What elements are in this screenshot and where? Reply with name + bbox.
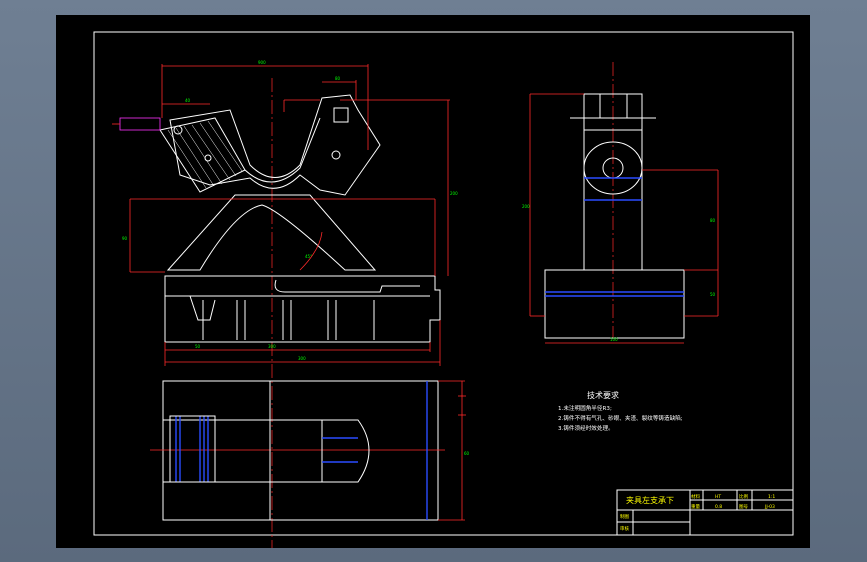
scale-value: 1:1 [768,494,775,500]
draw-label: 制图 [620,513,629,520]
sheet-label: 图号 [739,504,748,510]
cad-drawing-canvas: 900 40 80 200 90 45° 50 300 300 200 80 5… [56,15,810,548]
material-value: HT [715,494,721,500]
dim-side-bottom: 100 [610,337,618,342]
dim-plan-height: 60 [464,451,470,456]
dim-front-top: 900 [258,60,266,65]
dim-front-left-top: 40 [185,98,191,103]
dim-front-angle: 45° [305,254,312,259]
dim-front-bottom-b: 300 [268,344,276,349]
dim-side-mid: 80 [710,218,716,223]
dim-side-total: 200 [522,204,530,209]
drawing-name: 夹具左支承下 [626,495,674,505]
tech-req-item-2: 2.铸件不得有气孔、砂眼、夹渣、裂纹等铸造缺陷; [558,414,683,422]
material-label: 材料 [691,493,700,500]
dim-side-low: 50 [710,292,716,297]
weight-value: 0.8 [715,504,722,510]
drawing-sheet [56,15,810,548]
sheet-value: JJ-03 [764,504,775,510]
dim-front-right-top: 80 [335,76,341,81]
weight-label: 重量 [691,503,700,510]
scale-label: 比例 [739,493,748,500]
dim-front-bottom-total: 300 [298,356,306,361]
tech-req-heading: 技术要求 [587,390,619,400]
tech-req-item-3: 3.铸件须经时效处理。 [558,424,614,432]
dim-front-bottom-a: 50 [195,344,201,349]
dim-front-left-height: 90 [122,236,128,241]
check-label: 审核 [620,525,629,532]
dim-front-height: 200 [450,191,458,196]
tech-req-item-1: 1.未注明圆角半径R3; [558,404,612,412]
